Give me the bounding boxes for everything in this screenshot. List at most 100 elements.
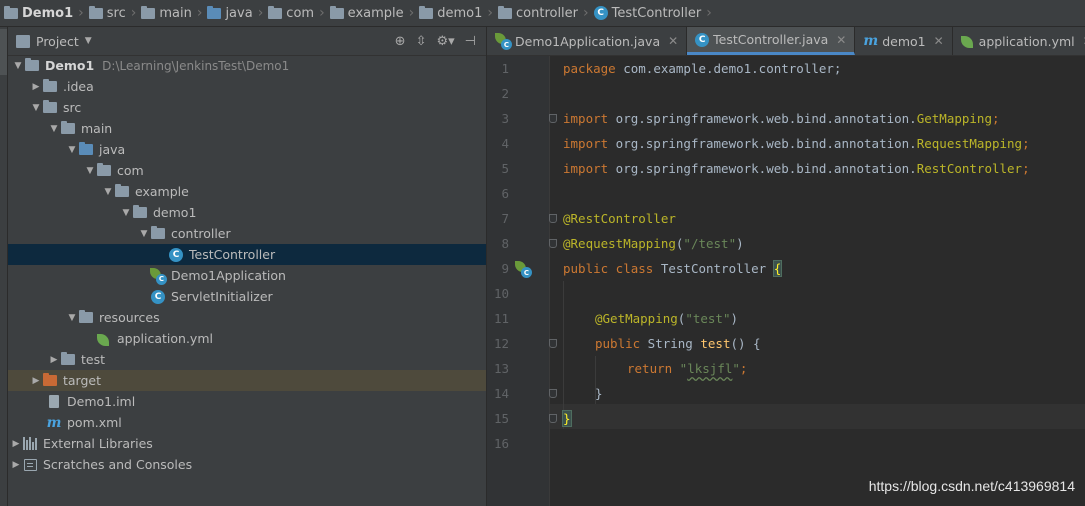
tree-item-label: application.yml: [117, 331, 213, 346]
source-folder-icon: [207, 5, 222, 19]
code-line-7: @RestController: [563, 211, 676, 226]
code-area[interactable]: package com.example.demo1.controller; im…: [562, 56, 1085, 506]
package-icon: [268, 5, 283, 19]
tab-demo1-pom[interactable]: m demo1 ✕: [855, 27, 953, 55]
tree-item-pom-xml[interactable]: m pom.xml: [8, 412, 486, 433]
tree-item-label: Demo1Application: [171, 268, 286, 283]
chevron-down-icon[interactable]: ▼: [138, 229, 150, 239]
breadcrumb-src[interactable]: src: [85, 0, 128, 26]
code-line-15: }: [562, 410, 572, 427]
scratches-icon: [23, 458, 37, 471]
line-number: 10: [493, 286, 509, 301]
chevron-down-icon[interactable]: ▼: [84, 166, 96, 176]
breadcrumb-example[interactable]: example: [326, 0, 406, 26]
package-icon: [419, 5, 434, 19]
project-tool-window-button[interactable]: [0, 29, 7, 75]
collapse-icon[interactable]: ⇳: [416, 34, 427, 49]
tree-item-testcontroller[interactable]: C TestController: [8, 244, 486, 265]
project-panel-title[interactable]: Project: [36, 34, 79, 49]
chevron-right-icon: ›: [583, 5, 589, 21]
fold-marker-icon[interactable]: [549, 214, 557, 223]
chevron-right-icon[interactable]: ▶: [10, 460, 22, 470]
tree-item-servletinitializer[interactable]: C ServletInitializer: [8, 286, 486, 307]
chevron-down-icon[interactable]: ▼: [12, 61, 24, 71]
tab-testcontroller-java[interactable]: C TestController.java ✕: [687, 27, 856, 55]
watermark: https://blog.csdn.net/c413969814: [868, 478, 1075, 494]
folder-icon: [43, 100, 57, 113]
editor-gutter[interactable]: 1 2 3 4 5 6 7 8 9 10 11 12 13 14 15 16 C: [487, 56, 550, 506]
tree-item-idea[interactable]: ▶ .idea: [8, 76, 486, 97]
tree-item-resources[interactable]: ▼ resources: [8, 307, 486, 328]
code-line-12: public String test() {: [595, 336, 761, 351]
tree-item-src[interactable]: ▼ src: [8, 97, 486, 118]
chevron-down-icon[interactable]: ▼: [102, 187, 114, 197]
line-number: 13: [493, 361, 509, 376]
tree-item-target[interactable]: ▶ target: [8, 370, 486, 391]
chevron-down-icon[interactable]: ▼: [48, 124, 60, 134]
tree-item-demo1[interactable]: ▼ Demo1 D:\Learning\JenkinsTest\Demo1: [8, 55, 486, 76]
line-number: 12: [493, 336, 509, 351]
spring-boot-class-icon: C: [150, 267, 167, 285]
code-line-4: import org.springframework.web.bind.anno…: [563, 136, 1030, 151]
gear-icon[interactable]: ⚙▾: [436, 34, 454, 49]
close-icon[interactable]: ✕: [668, 34, 678, 48]
tab-label: TestController.java: [713, 32, 829, 47]
tab-demo1application-java[interactable]: C Demo1Application.java ✕: [487, 27, 688, 55]
source-folder-icon: [79, 142, 93, 155]
tree-item-main[interactable]: ▼ main: [8, 118, 486, 139]
class-icon: C: [151, 289, 165, 304]
chevron-right-icon[interactable]: ▶: [10, 439, 22, 449]
breadcrumb-main[interactable]: main: [137, 0, 193, 26]
fold-marker-icon[interactable]: [549, 114, 557, 123]
tree-item-scratches[interactable]: ▶ Scratches and Consoles: [8, 454, 486, 475]
fold-marker-icon[interactable]: [549, 389, 557, 398]
tree-item-example[interactable]: ▼ example: [8, 181, 486, 202]
chevron-down-icon[interactable]: ▼: [120, 208, 132, 218]
module-file-icon: [49, 395, 59, 408]
chevron-right-icon: ›: [78, 5, 84, 21]
hide-icon[interactable]: ⊣: [465, 34, 476, 49]
tree-item-label: com: [117, 163, 144, 178]
tree-item-controller[interactable]: ▼ controller: [8, 223, 486, 244]
breadcrumb-testcontroller[interactable]: C TestController: [590, 0, 704, 26]
line-number: 9: [501, 261, 509, 276]
tab-application-yml[interactable]: application.yml ✕: [953, 27, 1085, 55]
close-icon[interactable]: ✕: [934, 34, 944, 48]
tree-item-java[interactable]: ▼ java: [8, 139, 486, 160]
target-icon[interactable]: ⊕: [395, 34, 406, 49]
breadcrumb-com[interactable]: com: [264, 0, 316, 26]
tree-item-test[interactable]: ▶ test: [8, 349, 486, 370]
package-icon: [115, 184, 129, 197]
chevron-right-icon[interactable]: ▶: [30, 82, 42, 92]
tree-item-demo1-iml[interactable]: Demo1.iml: [8, 391, 486, 412]
spring-bean-gutter-icon[interactable]: C: [515, 261, 532, 278]
project-icon: [16, 34, 30, 48]
project-panel: Project ▼ ⊕ ⇳ ⚙▾ ⊣ ▼ Demo1 D:\Learning\J…: [8, 27, 487, 506]
fold-marker-icon[interactable]: [549, 339, 557, 348]
chevron-down-icon[interactable]: ▼: [85, 36, 92, 46]
folder-icon: [88, 5, 103, 19]
chevron-down-icon[interactable]: ▼: [30, 103, 42, 113]
chevron-right-icon[interactable]: ▶: [48, 355, 60, 365]
close-icon[interactable]: ✕: [836, 33, 846, 47]
tool-window-strip: [0, 27, 8, 506]
tree-item-label: main: [81, 121, 113, 136]
tree-item-demo1application[interactable]: C Demo1Application: [8, 265, 486, 286]
fold-marker-icon[interactable]: [549, 414, 557, 423]
breadcrumb-controller[interactable]: controller: [494, 0, 580, 26]
tree-item-application-yml[interactable]: application.yml: [8, 328, 486, 349]
tree-item-demo1-package[interactable]: ▼ demo1: [8, 202, 486, 223]
project-folder-icon: [25, 58, 39, 71]
tree-item-external-libraries[interactable]: ▶ External Libraries: [8, 433, 486, 454]
breadcrumb-java[interactable]: java: [203, 0, 254, 26]
chevron-down-icon[interactable]: ▼: [66, 313, 78, 323]
breadcrumb-label: example: [347, 5, 404, 21]
tree-item-com[interactable]: ▼ com: [8, 160, 486, 181]
fold-marker-icon[interactable]: [549, 239, 557, 248]
breadcrumb-demo1-package[interactable]: demo1: [415, 0, 484, 26]
line-number: 2: [501, 86, 509, 101]
chevron-right-icon[interactable]: ▶: [30, 376, 42, 386]
chevron-down-icon[interactable]: ▼: [66, 145, 78, 155]
breadcrumb-demo1[interactable]: Demo1: [0, 0, 75, 26]
breadcrumb-label: main: [159, 5, 192, 21]
